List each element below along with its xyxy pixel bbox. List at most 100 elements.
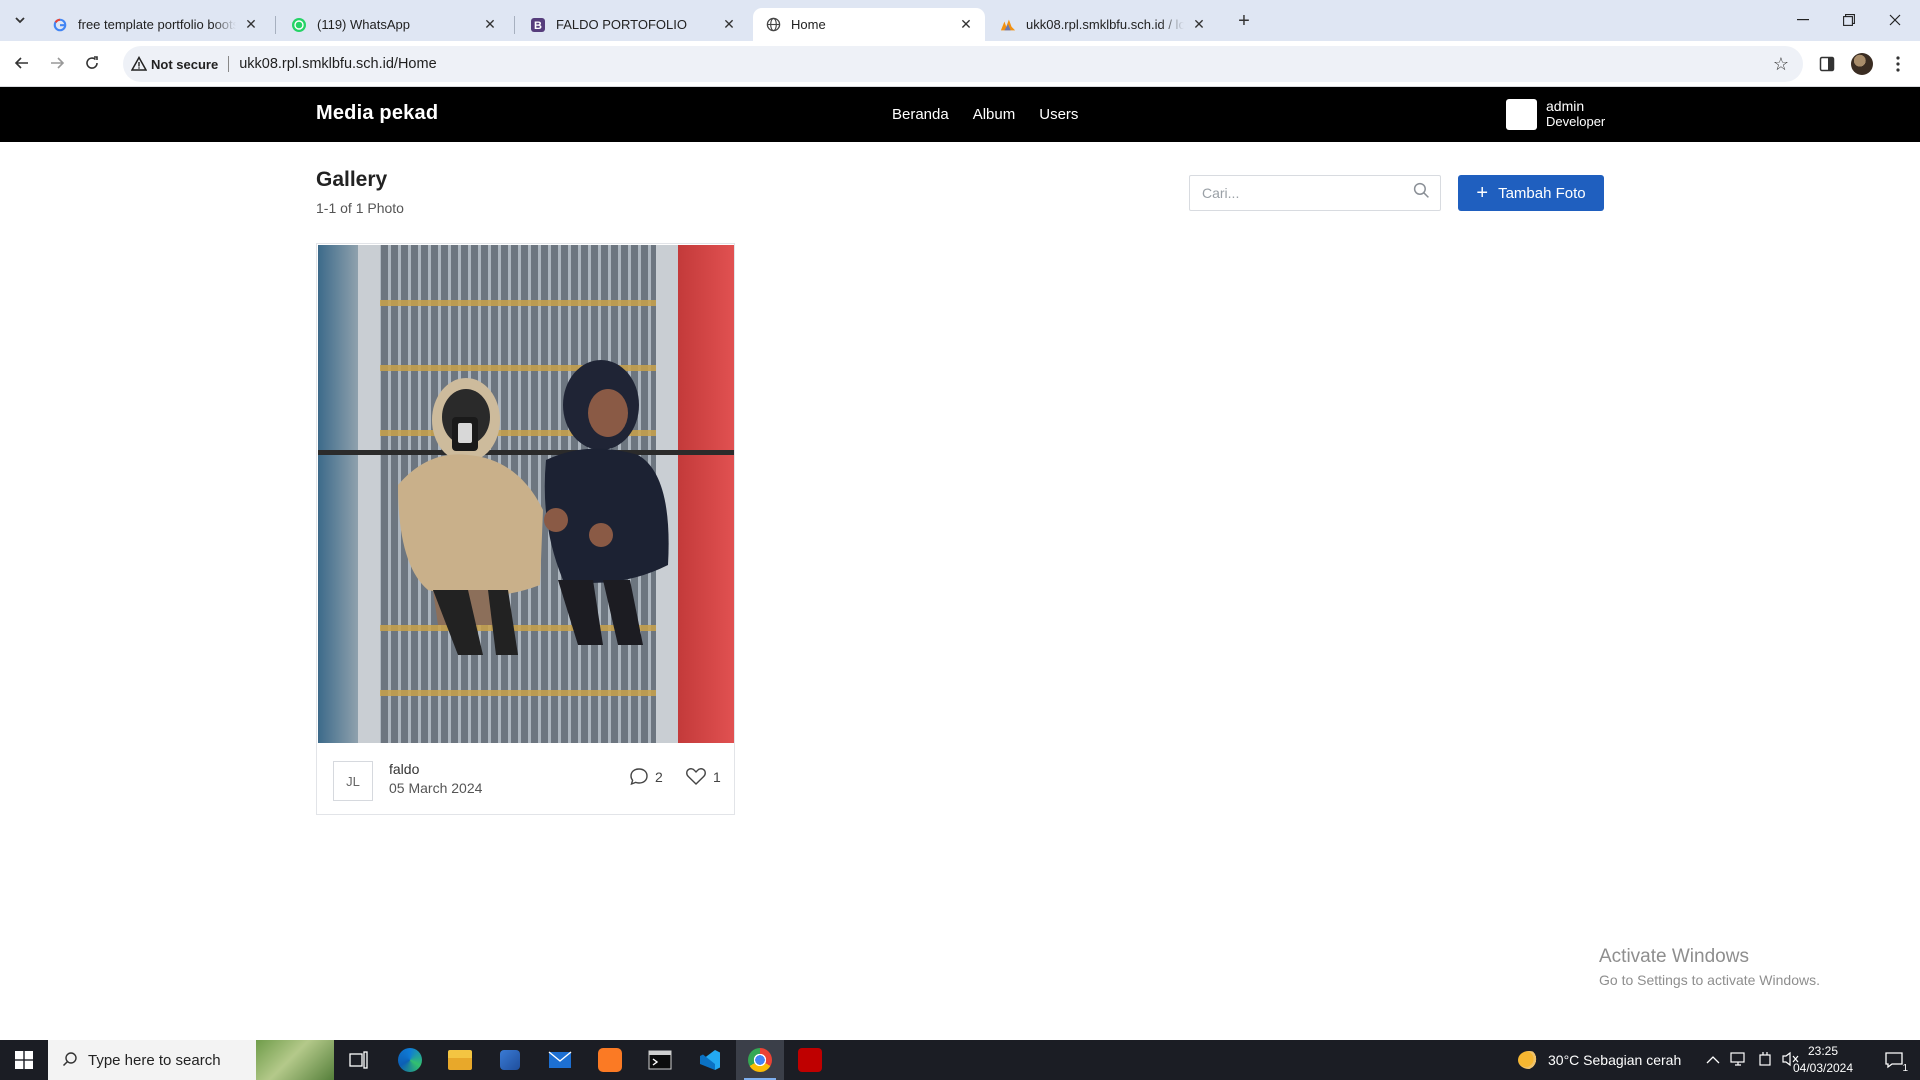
browser-toolbar: Not secure ukk08.rpl.smklbfu.sch.id/Home… — [0, 41, 1920, 87]
new-tab-icon[interactable]: + — [1231, 8, 1257, 34]
site-navbar: Media pekad Beranda Album Users admin De… — [0, 87, 1920, 142]
windows-taskbar: Type here to search 30°C Sebagian cerah — [0, 1040, 1920, 1080]
photo-card-footer: JL faldo 05 March 2024 2 1 — [317, 743, 734, 814]
photo-card[interactable]: JL faldo 05 March 2024 2 1 — [316, 243, 735, 815]
close-tab-icon[interactable]: ✕ — [957, 16, 975, 34]
bootstrap-b-icon: B — [530, 17, 546, 33]
close-tab-icon[interactable]: ✕ — [720, 16, 738, 34]
nav-link-beranda[interactable]: Beranda — [892, 106, 949, 123]
browser-menu-icon[interactable] — [1883, 49, 1913, 79]
browser-tab-home[interactable]: Home ✕ — [753, 8, 985, 41]
photo-date: 05 March 2024 — [389, 780, 483, 796]
user-name: admin — [1546, 98, 1585, 114]
weather-sun-cloud-icon — [1518, 1051, 1540, 1069]
mail-icon[interactable] — [536, 1040, 584, 1080]
browser-tab-strip: free template portfolio bootstrap ✕ (119… — [0, 0, 1920, 41]
phpmyadmin-icon — [1000, 17, 1016, 33]
xampp-icon[interactable] — [586, 1040, 634, 1080]
uploader-name[interactable]: faldo — [389, 761, 419, 777]
tab-search-icon[interactable] — [8, 8, 32, 32]
nav-link-album[interactable]: Album — [973, 106, 1016, 123]
svg-text:B: B — [534, 20, 542, 32]
tab-title: FALDO PORTOFOLIO — [556, 17, 687, 32]
heart-icon — [686, 768, 706, 785]
like-count: 1 — [713, 768, 721, 785]
bookmark-star-icon[interactable]: ☆ — [1771, 54, 1791, 74]
security-indicator[interactable]: Not secure — [131, 56, 218, 72]
gallery-photo[interactable] — [318, 245, 734, 743]
chrome-icon[interactable] — [736, 1040, 784, 1080]
weather-widget[interactable]: 30°C Sebagian cerah — [1518, 1040, 1681, 1080]
browser-tab-whatsapp[interactable]: (119) WhatsApp ✕ — [279, 8, 509, 41]
add-photo-button[interactable]: + Tambah Foto — [1458, 175, 1604, 211]
comment-icon — [630, 768, 648, 786]
edge-browser-icon[interactable] — [386, 1040, 434, 1080]
comment-button[interactable]: 2 — [629, 767, 663, 786]
network-icon[interactable] — [1730, 1051, 1748, 1070]
restore-icon[interactable] — [1826, 0, 1872, 40]
site-brand[interactable]: Media pekad — [316, 102, 438, 125]
user-avatar — [1506, 98, 1537, 130]
close-tab-icon[interactable]: ✕ — [242, 16, 260, 34]
profile-avatar-icon[interactable] — [1847, 49, 1877, 79]
security-label: Not secure — [151, 56, 219, 72]
clock-time: 23:25 — [1807, 1044, 1839, 1058]
close-tab-icon[interactable]: ✕ — [1190, 16, 1208, 34]
tab-divider — [514, 16, 515, 34]
user-menu[interactable]: admin Developer — [1506, 98, 1605, 130]
back-arrow-icon[interactable] — [7, 48, 37, 78]
task-view-icon[interactable] — [335, 1040, 383, 1080]
like-button[interactable]: 1 — [685, 767, 721, 786]
forward-arrow-icon[interactable] — [42, 48, 72, 78]
tab-title: free template portfolio bootstrap — [78, 17, 236, 32]
browser-tab-phpmyadmin[interactable]: ukk08.rpl.smklbfu.sch.id / localhost ✕ — [988, 8, 1218, 41]
search-input[interactable] — [1202, 185, 1413, 201]
search-box — [1189, 175, 1441, 211]
browser-tab-faldo-portofolio[interactable]: B FALDO PORTOFOLIO ✕ — [518, 8, 748, 41]
globe-icon — [765, 17, 781, 33]
notification-count: 1 — [1902, 1063, 1908, 1074]
file-explorer-icon[interactable] — [436, 1040, 484, 1080]
clock-date: 04/03/2024 — [1792, 1061, 1854, 1075]
photo-count: 1-1 of 1 Photo — [316, 200, 404, 216]
page-title: Gallery — [316, 168, 388, 191]
filezilla-icon[interactable] — [786, 1040, 834, 1080]
comment-count: 2 — [655, 768, 663, 785]
tab-title: Home — [791, 17, 826, 32]
plus-icon: + — [1476, 182, 1489, 204]
search-icon — [62, 1051, 78, 1070]
browser-tab-google[interactable]: free template portfolio bootstrap ✕ — [40, 8, 270, 41]
whatsapp-icon — [291, 17, 307, 33]
vscode-icon[interactable] — [686, 1040, 734, 1080]
microsoft-store-icon[interactable] — [486, 1040, 534, 1080]
side-panel-icon[interactable] — [1812, 49, 1842, 79]
weather-text: 30°C Sebagian cerah — [1548, 1052, 1682, 1068]
battery-plug-icon[interactable] — [1758, 1051, 1772, 1070]
minimize-icon[interactable] — [1780, 0, 1826, 40]
url-text[interactable]: ukk08.rpl.smklbfu.sch.id/Home — [239, 56, 436, 72]
google-g-icon — [52, 17, 68, 33]
windows-start-icon[interactable] — [0, 1040, 48, 1080]
activate-subtitle: Go to Settings to activate Windows. — [1599, 972, 1820, 988]
search-highlight-image — [256, 1040, 334, 1080]
user-role: Developer — [1546, 114, 1606, 129]
taskbar-search[interactable]: Type here to search — [48, 1040, 334, 1080]
close-tab-icon[interactable]: ✕ — [481, 16, 499, 34]
nav-link-users[interactable]: Users — [1039, 106, 1078, 123]
tab-divider — [275, 16, 276, 34]
taskbar-search-placeholder: Type here to search — [88, 1051, 221, 1069]
address-divider — [228, 56, 230, 72]
reload-icon[interactable] — [77, 48, 107, 78]
activate-title: Activate Windows — [1599, 946, 1749, 967]
window-close-icon[interactable] — [1872, 0, 1918, 40]
terminal-icon[interactable] — [636, 1040, 684, 1080]
warning-triangle-icon — [131, 56, 147, 71]
chevron-up-icon[interactable] — [1706, 1052, 1720, 1068]
notification-center-icon[interactable]: 1 — [1874, 1040, 1914, 1080]
search-icon[interactable] — [1413, 182, 1430, 204]
uploader-avatar: JL — [333, 761, 373, 801]
tab-title: (119) WhatsApp — [317, 17, 410, 32]
taskbar-clock[interactable]: 23:25 04/03/2024 — [1785, 1043, 1861, 1077]
add-photo-label: Tambah Foto — [1498, 184, 1586, 202]
address-bar[interactable]: Not secure ukk08.rpl.smklbfu.sch.id/Home… — [123, 46, 1803, 82]
